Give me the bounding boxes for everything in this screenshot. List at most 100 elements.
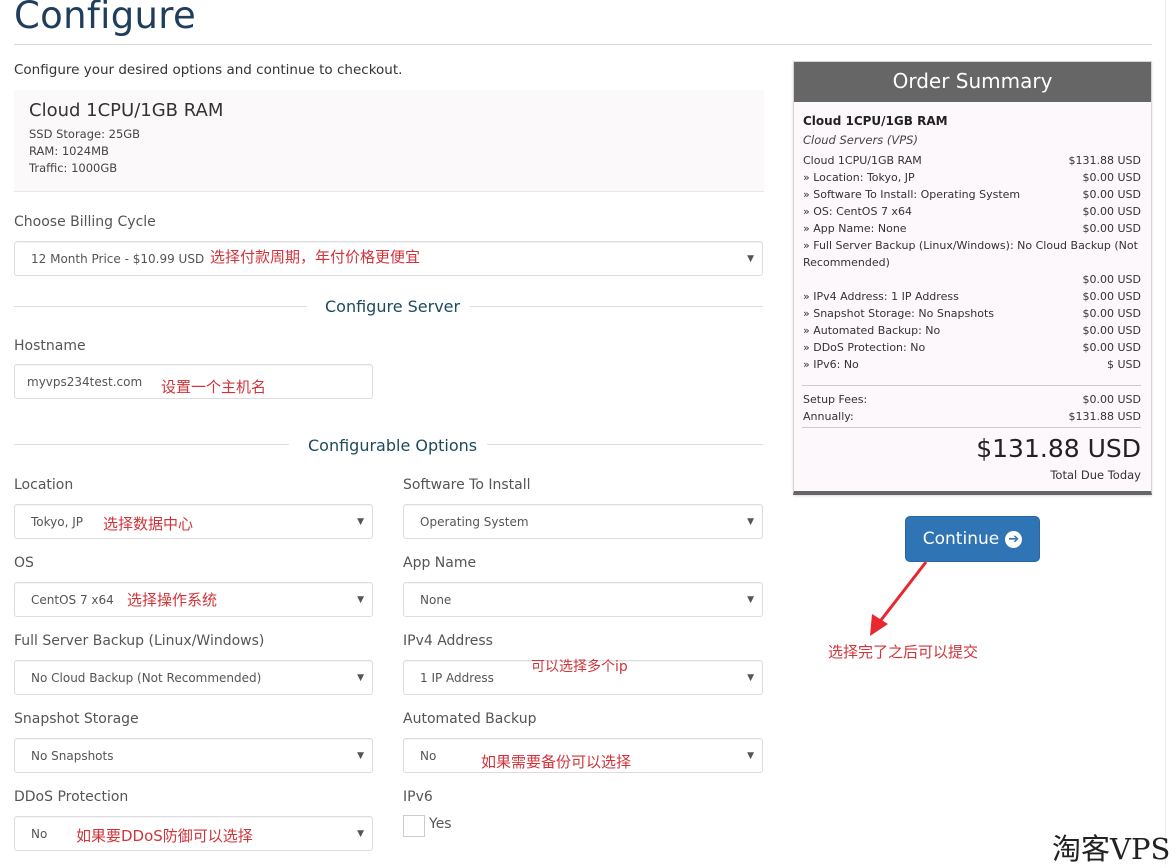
summary-line-amount: $0.00 USD xyxy=(1082,341,1142,354)
intro-text: Configure your desired options and conti… xyxy=(14,62,403,78)
backup-label: Full Server Backup (Linux/Windows) xyxy=(14,633,265,649)
app-name-label: App Name xyxy=(403,555,477,571)
summary-line-amount: $0.00 USD xyxy=(1082,273,1142,286)
summary-line-item: Recommended) xyxy=(803,256,1141,269)
page-edge xyxy=(1165,0,1166,865)
configure-server-heading: Configure Server xyxy=(325,297,461,316)
app-name-value: None xyxy=(420,593,452,607)
section-divider xyxy=(470,306,763,307)
summary-line-label: » DDoS Protection: No xyxy=(803,341,926,354)
continue-button-label: Continue xyxy=(922,529,1000,549)
summary-line-label: » Location: Tokyo, JP xyxy=(803,171,915,184)
summary-product-name: Cloud 1CPU/1GB RAM xyxy=(803,114,948,128)
auto-backup-value: No xyxy=(420,749,437,763)
total-due-label: Total Due Today xyxy=(1050,468,1141,482)
continue-button[interactable]: Continue ➔ xyxy=(905,516,1040,562)
chevron-down-icon: ▼ xyxy=(357,595,364,605)
annotation-arrow-icon xyxy=(870,561,928,636)
summary-recurring-row: Annually: $131.88 USD xyxy=(803,410,1141,423)
configurable-options-heading: Configurable Options xyxy=(308,436,478,455)
product-spec: Traffic: 1000GB xyxy=(29,161,118,175)
location-value: Tokyo, JP xyxy=(31,515,84,529)
product-info: Cloud 1CPU/1GB RAM SSD Storage: 25GB RAM… xyxy=(14,90,764,192)
section-divider xyxy=(487,444,763,445)
summary-line-amount: $0.00 USD xyxy=(1082,171,1142,184)
summary-line-amount: $0.00 USD xyxy=(1082,324,1142,337)
order-summary-heading: Order Summary xyxy=(794,62,1151,102)
summary-line-label: » OS: CentOS 7 x64 xyxy=(803,205,912,218)
chevron-down-icon: ▼ xyxy=(357,517,364,527)
summary-line-amount: $131.88 USD xyxy=(1068,154,1142,167)
software-label: Software To Install xyxy=(403,477,531,493)
backup-select[interactable]: No Cloud Backup (Not Recommended) ▼ xyxy=(14,660,373,695)
os-label: OS xyxy=(14,555,34,571)
summary-line-label: » IPv6: No xyxy=(803,358,859,371)
summary-line-item: » Location: Tokyo, JP $0.00 USD xyxy=(803,171,1141,184)
chevron-down-icon: ▼ xyxy=(747,595,754,605)
summary-line-amount: $0.00 USD xyxy=(1082,188,1142,201)
order-summary: Order Summary Cloud 1CPU/1GB RAM Cloud S… xyxy=(793,61,1152,495)
chevron-down-icon: ▼ xyxy=(747,517,754,527)
product-spec: SSD Storage: 25GB xyxy=(29,127,141,141)
software-select[interactable]: Operating System ▼ xyxy=(403,504,763,539)
recurring-label: Annually: xyxy=(803,410,854,423)
summary-divider xyxy=(802,427,1141,428)
section-divider xyxy=(14,444,289,445)
location-label: Location xyxy=(14,477,74,493)
summary-line-amount: $0.00 USD xyxy=(1082,205,1142,218)
product-name: Cloud 1CPU/1GB RAM xyxy=(29,100,224,121)
summary-line-amount: $0.00 USD xyxy=(1082,307,1142,320)
summary-line-amount: $0.00 USD xyxy=(1082,222,1142,235)
chevron-down-icon: ▼ xyxy=(747,751,754,761)
summary-line-item: » IPv4 Address: 1 IP Address $0.00 USD xyxy=(803,290,1141,303)
ipv4-label: IPv4 Address xyxy=(403,633,493,649)
annotation-continue: 选择完了之后可以提交 xyxy=(828,643,979,661)
ipv6-label: IPv6 xyxy=(403,789,433,805)
annotation-hostname: 设置一个主机名 xyxy=(161,378,267,396)
auto-backup-label: Automated Backup xyxy=(403,711,537,727)
ipv6-checkbox-label[interactable]: Yes xyxy=(429,816,452,832)
summary-line-item: » Full Server Backup (Linux/Windows): No… xyxy=(803,239,1141,252)
summary-line-item: » Software To Install: Operating System $… xyxy=(803,188,1141,201)
ipv4-value: 1 IP Address xyxy=(420,671,494,685)
summary-product-group: Cloud Servers (VPS) xyxy=(803,133,918,147)
total-due-amount: $131.88 USD xyxy=(976,434,1141,463)
chevron-down-icon: ▼ xyxy=(357,673,364,683)
annotation-location: 选择数据中心 xyxy=(103,515,194,533)
product-spec: RAM: 1024MB xyxy=(29,144,109,158)
chevron-down-icon: ▼ xyxy=(747,673,754,683)
ddos-label: DDoS Protection xyxy=(14,789,129,805)
summary-line-label: » Snapshot Storage: No Snapshots xyxy=(803,307,994,320)
ipv6-checkbox[interactable] xyxy=(403,815,425,837)
location-select[interactable]: Tokyo, JP ▼ xyxy=(14,504,373,539)
page-title: Configure xyxy=(14,0,197,37)
annotation-billing: 选择付款周期，年付价格更便宜 xyxy=(210,248,421,266)
setup-fees-amount: $0.00 USD xyxy=(1082,393,1142,406)
recurring-amount: $131.88 USD xyxy=(1068,410,1142,423)
summary-setup-fees-row: Setup Fees: $0.00 USD xyxy=(803,393,1141,406)
software-value: Operating System xyxy=(420,515,529,529)
snapshot-label: Snapshot Storage xyxy=(14,711,139,727)
section-divider xyxy=(14,306,307,307)
summary-line-label: » App Name: None xyxy=(803,222,907,235)
snapshot-select[interactable]: No Snapshots ▼ xyxy=(14,738,373,773)
summary-line-label: Cloud 1CPU/1GB RAM xyxy=(803,154,922,167)
summary-line-item: » DDoS Protection: No $0.00 USD xyxy=(803,341,1141,354)
ddos-value: No xyxy=(31,827,48,841)
summary-line-label: » Automated Backup: No xyxy=(803,324,941,337)
summary-line-amount: $ USD xyxy=(1107,358,1141,371)
snapshot-value: No Snapshots xyxy=(31,749,114,763)
backup-value: No Cloud Backup (Not Recommended) xyxy=(31,671,262,685)
annotation-ipv4: 可以选择多个ip xyxy=(531,659,628,675)
app-name-select[interactable]: None ▼ xyxy=(403,582,763,617)
summary-line-item: » App Name: None $0.00 USD xyxy=(803,222,1141,235)
hostname-label: Hostname xyxy=(14,338,86,354)
summary-line-item: » IPv6: No $ USD xyxy=(803,358,1141,371)
setup-fees-label: Setup Fees: xyxy=(803,393,868,406)
os-value: CentOS 7 x64 xyxy=(31,593,114,607)
arrow-circle-right-icon: ➔ xyxy=(1005,530,1023,548)
summary-line-label: » Full Server Backup (Linux/Windows): No… xyxy=(803,239,1138,252)
billing-cycle-label: Choose Billing Cycle xyxy=(14,214,156,230)
chevron-down-icon: ▼ xyxy=(357,751,364,761)
chevron-down-icon: ▼ xyxy=(357,829,364,839)
